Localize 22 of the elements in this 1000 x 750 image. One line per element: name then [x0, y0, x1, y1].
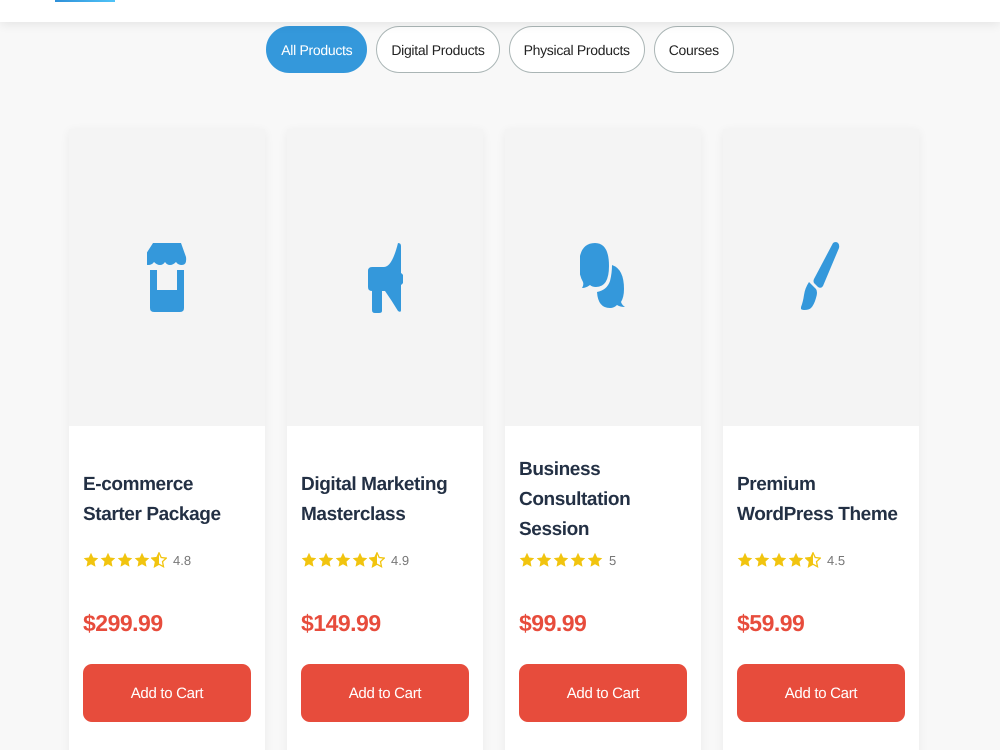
rating-value: 4.5 — [827, 552, 846, 568]
filter-tab[interactable]: All Products — [266, 26, 368, 73]
filter-tab[interactable]: Physical Products — [508, 26, 645, 73]
add-to-cart-button[interactable]: Add to Cart — [83, 664, 251, 722]
rating-value: 5 — [609, 552, 616, 568]
product-title: E-commerce Starter Package — [83, 473, 222, 527]
product-title: Business Consultation Session — [519, 458, 632, 542]
filter-tab[interactable]: Digital Products — [376, 26, 500, 73]
megaphone-icon — [367, 242, 403, 312]
product-price: $59.99 — [737, 610, 804, 636]
rating-value: 4.9 — [391, 552, 410, 568]
product-title: Digital Marketing Masterclass — [301, 473, 448, 527]
product-price: $99.99 — [519, 610, 586, 636]
product-title: Premium WordPress Theme — [737, 473, 898, 527]
filter-tab[interactable]: Courses — [654, 26, 734, 73]
add-to-cart-button[interactable]: Add to Cart — [519, 664, 687, 722]
product-price: $299.99 — [83, 610, 163, 636]
add-to-cart-button[interactable]: Add to Cart — [737, 664, 905, 722]
store-icon — [147, 242, 187, 312]
add-to-cart-button[interactable]: Add to Cart — [301, 664, 469, 722]
rating-value: 4.8 — [173, 552, 192, 568]
product-price: $149.99 — [301, 610, 381, 636]
